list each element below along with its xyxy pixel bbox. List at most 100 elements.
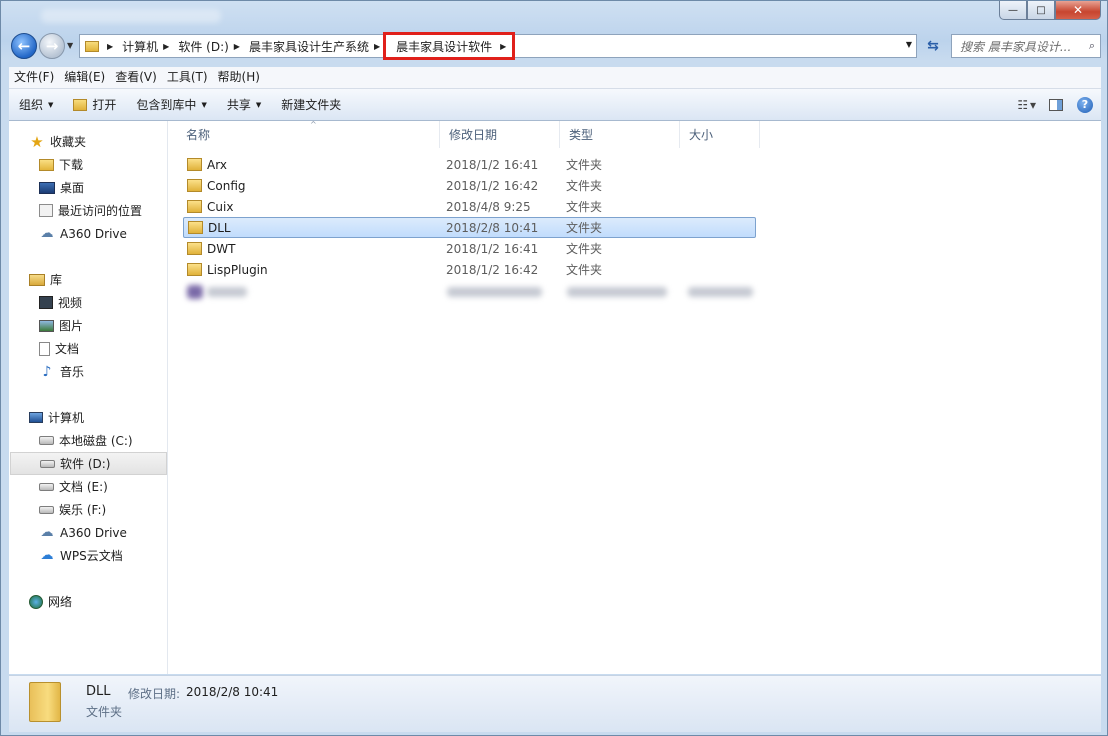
column-header-name[interactable]: 名称 ^: [177, 120, 440, 148]
breadcrumb-design-software[interactable]: 晨丰家具设计软件 ▶: [383, 32, 516, 60]
wps-cloud-icon: ☁: [40, 548, 54, 563]
drive-icon: [39, 505, 54, 514]
back-button[interactable]: ←: [11, 33, 37, 59]
folder-icon: [187, 242, 202, 255]
libraries-group: 库 视频 图片 文档 ♪ 音乐: [9, 268, 167, 383]
minimize-button[interactable]: —: [999, 1, 1027, 20]
breadcrumb-arrow-icon[interactable]: ▶: [500, 42, 506, 51]
menu-view[interactable]: 查看(V): [110, 67, 162, 88]
video-icon: [39, 296, 53, 309]
system-drive-icon: [39, 436, 54, 445]
sidebar-item-videos[interactable]: 视频: [9, 291, 167, 314]
a360-drive-icon: ☁: [40, 525, 54, 540]
forward-button[interactable]: →: [39, 33, 65, 59]
title-bar[interactable]: — □ ✕: [1, 1, 1107, 31]
search-icon[interactable]: ⌕: [1084, 39, 1100, 53]
folder-icon: [85, 40, 99, 52]
breadcrumb-production-system[interactable]: 晨丰家具设计生产系统: [246, 35, 372, 57]
organize-label: 组织: [19, 98, 44, 112]
file-type: 文件夹: [566, 200, 603, 214]
sidebar-item-downloads[interactable]: 下载: [9, 153, 167, 176]
file-modified: 2018/1/2 16:41: [446, 157, 539, 172]
sidebar-item-recent-places[interactable]: 最近访问的位置: [9, 199, 167, 222]
address-bar[interactable]: ▶ 计算机 ▶ 软件 (D:) ▶ 晨丰家具设计生产系统 ▶ 晨丰家具设计软件 ▶…: [79, 32, 917, 60]
sidebar-computer[interactable]: 计算机: [9, 406, 167, 429]
sidebar-libraries[interactable]: 库: [9, 268, 167, 291]
file-row-arx[interactable]: Arx 2018/1/2 16:41 文件夹: [183, 154, 756, 175]
sidebar-label: 本地磁盘 (C:): [59, 434, 133, 448]
library-icon: [29, 273, 45, 286]
search-box[interactable]: 搜索 晨丰家具设计... ⌕: [951, 34, 1101, 58]
refresh-button[interactable]: ⇆: [919, 34, 947, 58]
command-bar: 组织 ▼ 打开 包含到库中 ▼ 共享 ▼ 新建文件夹 ☷ ▾ ?: [9, 89, 1101, 121]
open-button[interactable]: 打开: [63, 89, 126, 120]
sidebar-item-documents[interactable]: 文档: [9, 337, 167, 360]
file-row-cuix[interactable]: Cuix 2018/4/8 9:25 文件夹: [183, 196, 756, 217]
sidebar-label: 库: [50, 273, 63, 287]
column-header-modified[interactable]: 修改日期: [440, 121, 560, 148]
sidebar-network[interactable]: 网络: [9, 590, 167, 613]
file-row-dwt[interactable]: DWT 2018/1/2 16:41 文件夹: [183, 238, 756, 259]
change-view-icon[interactable]: ☷ ▾: [1017, 98, 1036, 112]
breadcrumb-arrow-icon[interactable]: ▶: [163, 42, 169, 51]
breadcrumb-arrow-icon[interactable]: ▶: [374, 42, 380, 51]
breadcrumb-computer[interactable]: 计算机: [119, 35, 161, 57]
new-folder-label: 新建文件夹: [281, 98, 342, 112]
document-icon: [39, 341, 50, 356]
sidebar-item-wps-cloud[interactable]: ☁ WPS云文档: [9, 544, 167, 567]
folder-icon: [187, 263, 202, 276]
blurred-text: [567, 287, 667, 297]
file-modified: 2018/2/8 10:41: [446, 220, 539, 235]
breadcrumb-label: 软件 (D:): [178, 39, 229, 54]
new-folder-button[interactable]: 新建文件夹: [271, 89, 351, 120]
menu-edit[interactable]: 编辑(E): [59, 67, 110, 88]
sidebar-item-music[interactable]: ♪ 音乐: [9, 360, 167, 383]
sidebar-label: 最近访问的位置: [58, 204, 143, 218]
file-row-dll[interactable]: DLL 2018/2/8 10:41 文件夹: [183, 217, 756, 238]
address-dropdown-icon[interactable]: ▼: [906, 40, 912, 49]
include-in-library-button[interactable]: 包含到库中 ▼: [126, 89, 216, 120]
column-label: 类型: [569, 128, 594, 142]
open-folder-icon: [73, 98, 88, 111]
sidebar-favorites[interactable]: ★ 收藏夹: [9, 130, 167, 153]
share-button[interactable]: 共享 ▼: [217, 89, 271, 120]
breadcrumb-drive-d[interactable]: 软件 (D:): [175, 35, 231, 57]
column-header-size[interactable]: 大小: [680, 121, 760, 148]
sidebar-label: 图片: [59, 319, 84, 333]
file-row-lispplugin[interactable]: LispPlugin 2018/1/2 16:42 文件夹: [183, 259, 756, 280]
organize-button[interactable]: 组织 ▼: [9, 89, 63, 120]
menu-tools[interactable]: 工具(T): [162, 67, 213, 88]
explorer-window: — □ ✕ ← → ▼ ▶ 计算机 ▶ 软件 (D:) ▶ 晨丰家具设计生产系统…: [0, 0, 1108, 736]
column-header-type[interactable]: 类型: [560, 121, 680, 148]
menu-help[interactable]: 帮助(H): [213, 67, 265, 88]
file-type: 文件夹: [566, 158, 603, 172]
file-type: 文件夹: [566, 221, 603, 235]
sidebar-label: 视频: [58, 296, 83, 310]
file-row-blurred[interactable]: [183, 283, 756, 301]
sidebar-item-pictures[interactable]: 图片: [9, 314, 167, 337]
sidebar-item-drive-f[interactable]: 娱乐 (F:): [9, 498, 167, 521]
sidebar-item-a360-drive-favorite[interactable]: ☁ A360 Drive: [9, 222, 167, 245]
sidebar-item-drive-d[interactable]: 软件 (D:): [10, 452, 167, 475]
sidebar-item-drive-c[interactable]: 本地磁盘 (C:): [9, 429, 167, 452]
close-button[interactable]: ✕: [1055, 1, 1101, 20]
sidebar-item-desktop[interactable]: 桌面: [9, 176, 167, 199]
file-type: 文件夹: [566, 179, 603, 193]
maximize-button[interactable]: □: [1027, 1, 1055, 20]
breadcrumb-arrow-icon[interactable]: ▶: [107, 42, 113, 51]
sidebar-item-drive-e[interactable]: 文档 (E:): [9, 475, 167, 498]
file-modified: 2018/4/8 9:25: [446, 199, 531, 214]
sidebar-label: 计算机: [48, 411, 85, 425]
search-input[interactable]: 搜索 晨丰家具设计...: [952, 38, 1084, 55]
window-title-blurred: [41, 9, 221, 23]
breadcrumb-label: 晨丰家具设计生产系统: [248, 39, 369, 54]
help-icon[interactable]: ?: [1077, 96, 1093, 113]
breadcrumb-arrow-icon[interactable]: ▶: [234, 42, 240, 51]
file-row-config[interactable]: Config 2018/1/2 16:42 文件夹: [183, 175, 756, 196]
menu-file[interactable]: 文件(F): [9, 67, 59, 88]
sidebar-label: WPS云文档: [60, 549, 123, 563]
chevron-down-icon: ▼: [255, 100, 262, 109]
preview-pane-icon[interactable]: [1049, 98, 1063, 111]
sidebar-item-a360-drive[interactable]: ☁ A360 Drive: [9, 521, 167, 544]
recent-pages-dropdown-icon[interactable]: ▼: [67, 41, 73, 50]
